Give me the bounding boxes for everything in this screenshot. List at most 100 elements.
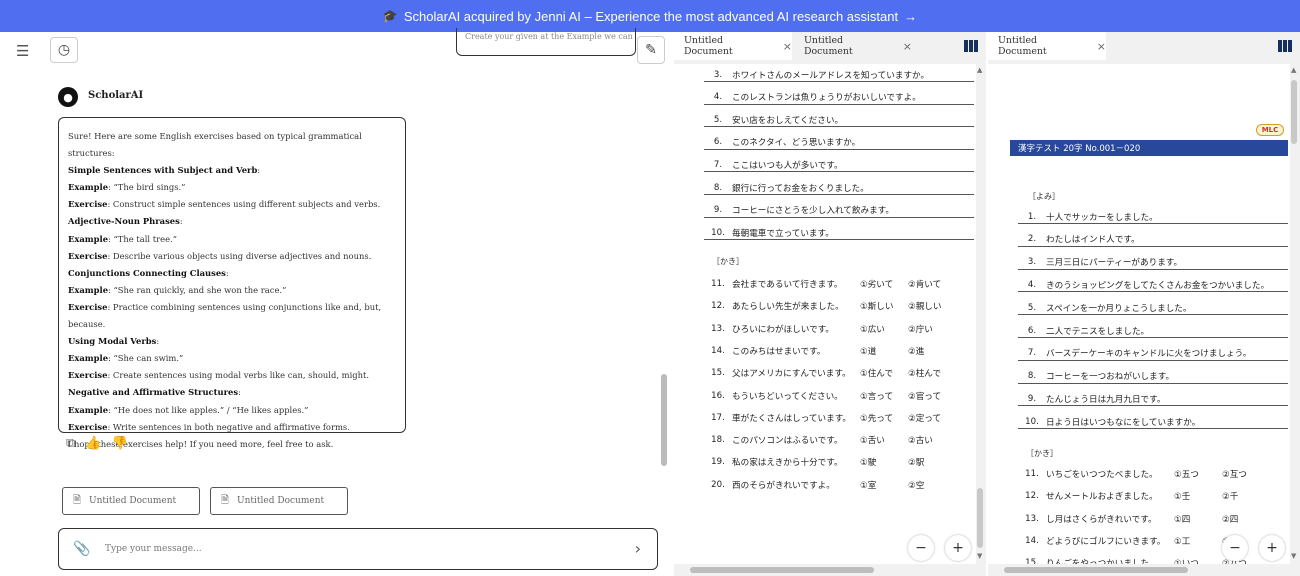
choice-2[interactable]: ②親しい <box>908 300 948 312</box>
question-row: 10. 日よう日はいつもなにをしていますか。 <box>1018 415 1288 430</box>
horizontal-scrollbar[interactable] <box>690 567 874 573</box>
scroll-down-icon[interactable]: ▼ <box>1291 552 1296 560</box>
attachment-label: Untitled Document <box>237 496 325 506</box>
paperclip-icon[interactable]: 📎 <box>73 541 90 557</box>
choice-2[interactable]: ②駅 <box>908 456 948 468</box>
history-button[interactable]: ◷ <box>50 37 78 63</box>
question-text: たんじょう日は九月九日です。 <box>1046 394 1166 405</box>
message-text: : <box>238 387 241 398</box>
choice-2[interactable]: ②定って <box>908 412 948 424</box>
choice-2[interactable]: ②柱んで <box>908 367 948 379</box>
message-text: : <box>179 216 183 227</box>
question-number: 12. <box>711 301 725 312</box>
choice-2[interactable]: ②庁い <box>908 323 948 335</box>
choice-1[interactable]: ①先って <box>860 412 908 424</box>
question-number: 20. <box>711 479 725 490</box>
previous-user-message: Create your given at the Example we can … <box>456 28 636 56</box>
question-number: 18. <box>711 435 725 446</box>
menu-icon[interactable]: ☰ <box>16 42 32 60</box>
question-row: 12. あたらしい先生が来ました。 ①斯しい ②親しい <box>704 299 974 313</box>
split-view-icon[interactable] <box>1278 40 1292 52</box>
attachment-chip[interactable]: 🗎 Untitled Document <box>62 487 200 515</box>
question-text: コーヒーを一つおねがいします。 <box>1046 372 1175 383</box>
question-text: どようびにゴルフにいきます。 <box>1046 536 1166 547</box>
horizontal-scrollbar[interactable] <box>1004 567 1188 573</box>
choice-1[interactable]: ①壬 <box>1174 490 1222 502</box>
choice-2[interactable]: ②千 <box>1222 490 1262 502</box>
choice-2[interactable]: ②互つ <box>1222 468 1262 480</box>
choice-1[interactable]: ①住んで <box>860 367 908 379</box>
message-line: Simple Sentences with Subject and Verb: <box>68 162 396 179</box>
document-pane-2: Untitled Document × MLC 漢字テスト 20字 No.001… <box>988 32 1300 576</box>
split-view-icon[interactable] <box>964 40 978 52</box>
choice-1[interactable]: ①いつ <box>1174 557 1222 564</box>
thumbs-down-icon[interactable]: 👎 <box>111 436 127 451</box>
copy-icon[interactable]: ⧉ <box>66 436 75 451</box>
choice-1[interactable]: ①五つ <box>1174 468 1222 480</box>
close-icon[interactable]: × <box>1097 40 1106 53</box>
tab-document[interactable]: Untitled Document × <box>674 32 792 60</box>
zoom-in-icon[interactable]: + <box>945 535 971 561</box>
question-text: 日よう日はいつもなにをしていますか。 <box>1046 417 1201 428</box>
zoom-out-icon[interactable]: − <box>1222 535 1248 561</box>
message-label: Using Modal Verbs <box>68 336 157 347</box>
choice-1[interactable]: ①道 <box>860 345 908 357</box>
choice-1[interactable]: ①四 <box>1174 513 1222 525</box>
choice-1[interactable]: ①斯しい <box>860 300 908 312</box>
choice-1[interactable]: ①駛 <box>860 456 908 468</box>
scroll-down-icon[interactable]: ▼ <box>977 552 982 560</box>
choice-2[interactable]: ②肯いて <box>908 278 948 290</box>
scroll-up-icon[interactable]: ▲ <box>1291 66 1296 74</box>
question-text: このみちはせまいです。 <box>732 346 826 357</box>
vertical-scrollbar[interactable] <box>977 488 983 548</box>
question-number: 14. <box>1025 535 1039 546</box>
close-icon[interactable]: × <box>783 40 792 53</box>
message-text: : Write sentences in both negative and a… <box>107 421 350 432</box>
message-label: Example <box>68 404 109 415</box>
question-text: きのうショッピングをしてたくさんお金をつかいました。 <box>1046 280 1270 291</box>
document-page: MLC 漢字テスト 20字 No.001－020 ［よみ］ 1. 十人でサッカーをし… <box>988 64 1290 564</box>
vertical-scrollbar[interactable] <box>1291 80 1297 144</box>
choice-1[interactable]: ①工 <box>1174 535 1222 547</box>
message-text: : “The bird sings.” <box>108 182 186 193</box>
graduation-cap-icon: 🎓 <box>382 9 398 23</box>
message-input[interactable] <box>105 539 605 559</box>
banner-text[interactable]: ScholarAI acquired by Jenni AI – Experie… <box>404 9 898 24</box>
attachment-label: Untitled Document <box>89 496 177 506</box>
message-line: Adjective-Noun Phrases: <box>68 213 396 230</box>
tab-document[interactable]: Untitled Document × <box>988 32 1106 60</box>
zoom-out-icon[interactable]: − <box>908 535 934 561</box>
message-text: : “She ran quickly, and she won the race… <box>108 284 287 295</box>
choice-2[interactable]: ②四 <box>1222 513 1262 525</box>
scroll-up-icon[interactable]: ▲ <box>977 66 982 74</box>
close-icon[interactable]: × <box>903 40 912 53</box>
choice-2[interactable]: ②進 <box>908 345 948 357</box>
choice-1[interactable]: ①劣いて <box>860 278 908 290</box>
choice-1[interactable]: ①言って <box>860 390 908 402</box>
message-label: Conjunctions Connecting Clauses <box>68 267 226 278</box>
question-text: あたらしい先生が来ました。 <box>732 302 844 313</box>
question-row: 8. 銀行に行ってお金をおくりました。 <box>704 181 974 195</box>
question-row: 11. いちごをいつつたべました。 ①五つ ②互つ <box>1018 467 1288 481</box>
choice-1[interactable]: ①室 <box>860 479 908 491</box>
message-text: : Create sentences using modal verbs lik… <box>107 370 370 381</box>
new-chat-button[interactable]: ✎ <box>637 36 665 64</box>
question-text: 十人でサッカーをしました。 <box>1046 212 1158 223</box>
choice-2[interactable]: ②官って <box>908 390 948 402</box>
chat-scrollbar[interactable] <box>661 374 667 466</box>
message-label: Exercise <box>68 301 108 312</box>
message-label: Exercise <box>68 421 108 432</box>
announcement-banner[interactable]: 🎓 ScholarAI acquired by Jenni AI – Exper… <box>0 0 1300 32</box>
send-icon[interactable]: › <box>635 539 641 558</box>
question-text: 毎朝電車で立っています。 <box>732 228 834 239</box>
thumbs-up-icon[interactable]: 👍 <box>85 436 101 451</box>
choice-2[interactable]: ②古い <box>908 434 948 446</box>
choice-2[interactable]: ②空 <box>908 479 948 491</box>
message-text: : “She can swim.” <box>108 353 184 364</box>
message-text: : <box>225 267 229 278</box>
attachment-chip[interactable]: 🗎 Untitled Document <box>210 487 348 515</box>
zoom-in-icon[interactable]: + <box>1259 535 1285 561</box>
tab-document[interactable]: Untitled Document × <box>794 32 912 60</box>
choice-1[interactable]: ①広い <box>860 323 908 335</box>
choice-1[interactable]: ①舌い <box>860 434 908 446</box>
